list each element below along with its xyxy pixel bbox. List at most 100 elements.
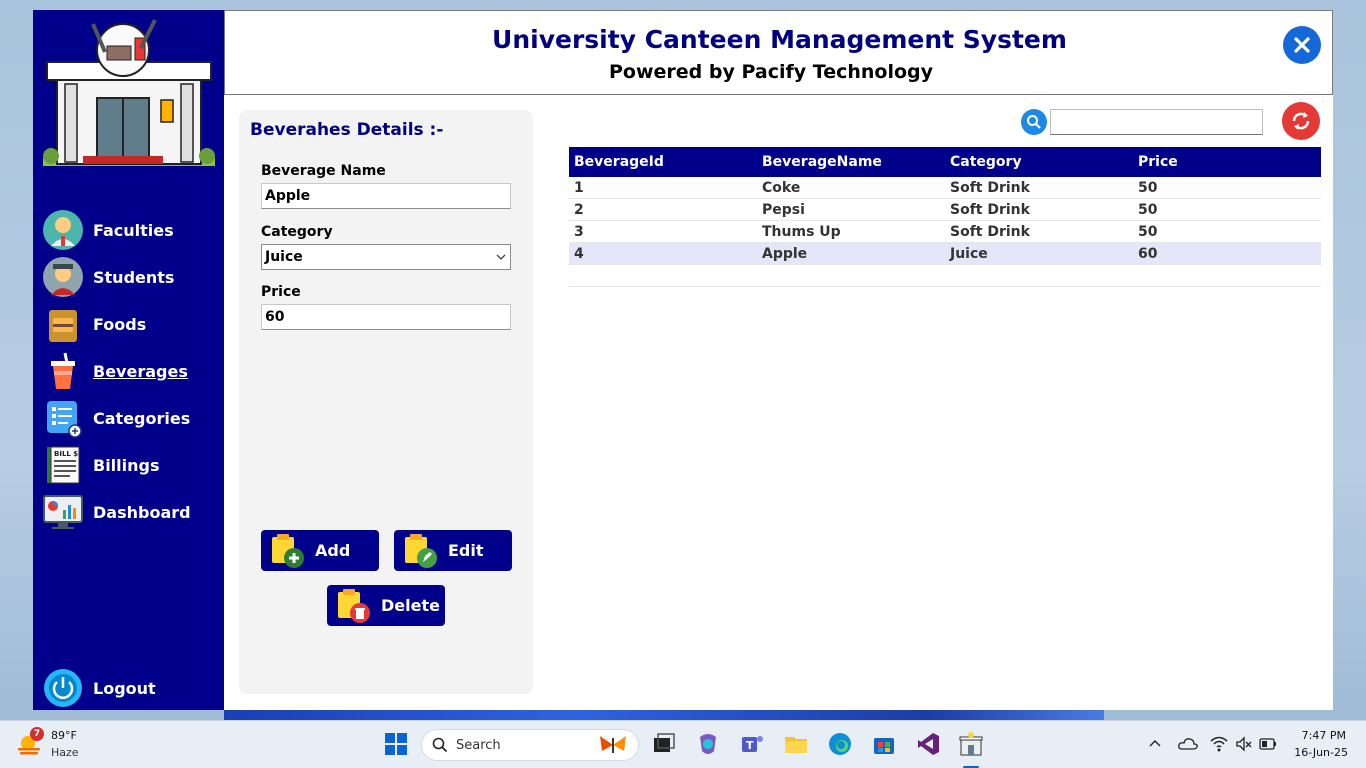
teams-icon[interactable]: T [739, 731, 765, 757]
windows-start-icon[interactable] [383, 731, 409, 757]
clock-time[interactable]: 7:47 PM [1296, 729, 1346, 742]
table-cell: 4 [574, 245, 584, 262]
onedrive-icon[interactable] [1178, 735, 1198, 753]
price-input[interactable]: 60 [261, 304, 511, 330]
sidebar: Faculties Students Foods Beverages Categ… [33, 10, 224, 710]
copilot-icon[interactable] [695, 731, 721, 757]
table-cell: Coke [762, 179, 801, 196]
delete-label: Delete [381, 596, 440, 615]
beverages-table: BeverageId BeverageName Category Price 1… [569, 147, 1321, 287]
table-cell: Pepsi [762, 201, 805, 218]
table-cell: 50 [1138, 201, 1158, 218]
column-header[interactable]: Category [945, 154, 1133, 170]
weather-description[interactable]: Haze [51, 746, 79, 759]
sidebar-item-label: Foods [93, 314, 147, 334]
search-input[interactable] [1050, 109, 1263, 135]
edit-button[interactable]: Edit [394, 530, 512, 571]
chevron-up-icon[interactable] [1148, 737, 1162, 751]
battery-icon[interactable] [1259, 737, 1277, 751]
sidebar-item-label: Billings [93, 455, 160, 475]
table-row[interactable]: 2 Pepsi Soft Drink 50 [569, 199, 1321, 221]
table-header: BeverageId BeverageName Category Price [569, 147, 1321, 177]
table-row[interactable]: 3 Thums Up Soft Drink 50 [569, 221, 1321, 243]
beverage-name-input[interactable]: Apple [261, 183, 511, 209]
column-header[interactable]: BeverageName [757, 154, 945, 170]
sidebar-item-faculties[interactable]: Faculties [43, 210, 218, 250]
sidebar-item-label: Students [93, 267, 175, 287]
student-icon [43, 257, 83, 297]
column-header[interactable]: BeverageId [569, 154, 757, 170]
header: University Canteen Management System Pow… [224, 10, 1333, 95]
table-cell: Thums Up [762, 223, 841, 240]
sidebar-item-beverages[interactable]: Beverages [43, 351, 218, 391]
beverage-details-panel: Beverahes Details :- Beverage Name Apple… [239, 110, 533, 694]
category-select[interactable]: Juice [261, 244, 511, 270]
sidebar-item-label: Beverages [93, 361, 188, 381]
clipboard-edit-icon [405, 533, 437, 568]
speaker-muted-icon[interactable] [1235, 735, 1253, 753]
sidebar-item-foods[interactable]: Foods [43, 304, 218, 344]
clipboard-add-icon [272, 533, 304, 568]
search-button[interactable] [1021, 109, 1047, 135]
logout-label: Logout [93, 678, 156, 698]
sidebar-item-billings[interactable]: BILL $ Billings [43, 445, 218, 485]
add-label: Add [315, 541, 351, 560]
search-icon [1027, 115, 1041, 129]
table-empty-row [569, 265, 1321, 287]
visual-studio-icon[interactable] [915, 731, 941, 757]
table-cell: 3 [574, 223, 584, 240]
weather-badge: 7 [30, 727, 44, 741]
sidebar-item-students[interactable]: Students [43, 257, 218, 297]
canteen-app-icon[interactable] [958, 731, 984, 757]
svg-text:T: T [746, 739, 754, 752]
refresh-icon [1292, 112, 1310, 130]
sidebar-item-label: Categories [93, 408, 191, 428]
sidebar-item-dashboard[interactable]: Dashboard [43, 492, 218, 532]
table-cell: Juice [950, 245, 988, 262]
edge-icon[interactable] [827, 731, 853, 757]
table-cell: Soft Drink [950, 179, 1030, 196]
weather-temperature[interactable]: 89°F [51, 729, 77, 742]
logout-button[interactable]: Logout [43, 668, 218, 708]
file-explorer-icon[interactable] [783, 731, 809, 757]
store-icon[interactable] [871, 731, 897, 757]
table-cell: Soft Drink [950, 201, 1030, 218]
table-cell: 60 [1138, 245, 1158, 262]
sidebar-item-label: Faculties [93, 220, 174, 240]
app-window: Faculties Students Foods Beverages Categ… [33, 10, 1333, 710]
task-view-icon[interactable] [650, 731, 676, 757]
refresh-button[interactable] [1282, 102, 1320, 140]
clock-date[interactable]: 16-Jun-25 [1286, 746, 1348, 759]
beverage-icon [51, 352, 75, 389]
close-icon [1294, 37, 1310, 53]
table-cell: 2 [574, 201, 584, 218]
table-row[interactable]: 1 Coke Soft Drink 50 [569, 177, 1321, 199]
add-button[interactable]: Add [261, 530, 379, 571]
taskbar-search-label: Search [456, 737, 501, 753]
search-icon [432, 737, 448, 753]
page-title: University Canteen Management System [492, 25, 1067, 54]
taskbar-search[interactable]: Search [421, 729, 639, 761]
power-icon [44, 669, 82, 707]
close-button[interactable] [1283, 26, 1321, 64]
bill-icon: BILL $ [47, 446, 80, 484]
panel-title: Beverahes Details :- [250, 120, 444, 140]
delete-button[interactable]: Delete [327, 585, 445, 626]
sidebar-item-label: Dashboard [93, 502, 191, 522]
beverage-name-label: Beverage Name [261, 163, 386, 179]
chevron-down-icon [496, 254, 506, 260]
svg-text:BILL $: BILL $ [54, 450, 78, 458]
table-cell: 50 [1138, 179, 1158, 196]
faculty-icon [43, 210, 83, 250]
clipboard-delete-icon [338, 588, 370, 623]
sidebar-item-categories[interactable]: Categories [43, 398, 218, 438]
wifi-icon[interactable] [1210, 735, 1228, 753]
canteen-logo-icon [43, 19, 215, 166]
column-header[interactable]: Price [1133, 154, 1321, 170]
categories-icon [47, 401, 82, 438]
dashboard-icon [43, 495, 83, 529]
page-subtitle: Powered by Pacify Technology [608, 61, 933, 83]
edit-label: Edit [448, 541, 484, 560]
table-row-selected[interactable]: 4 Apple Juice 60 [569, 243, 1321, 265]
table-cell: Apple [762, 245, 808, 262]
